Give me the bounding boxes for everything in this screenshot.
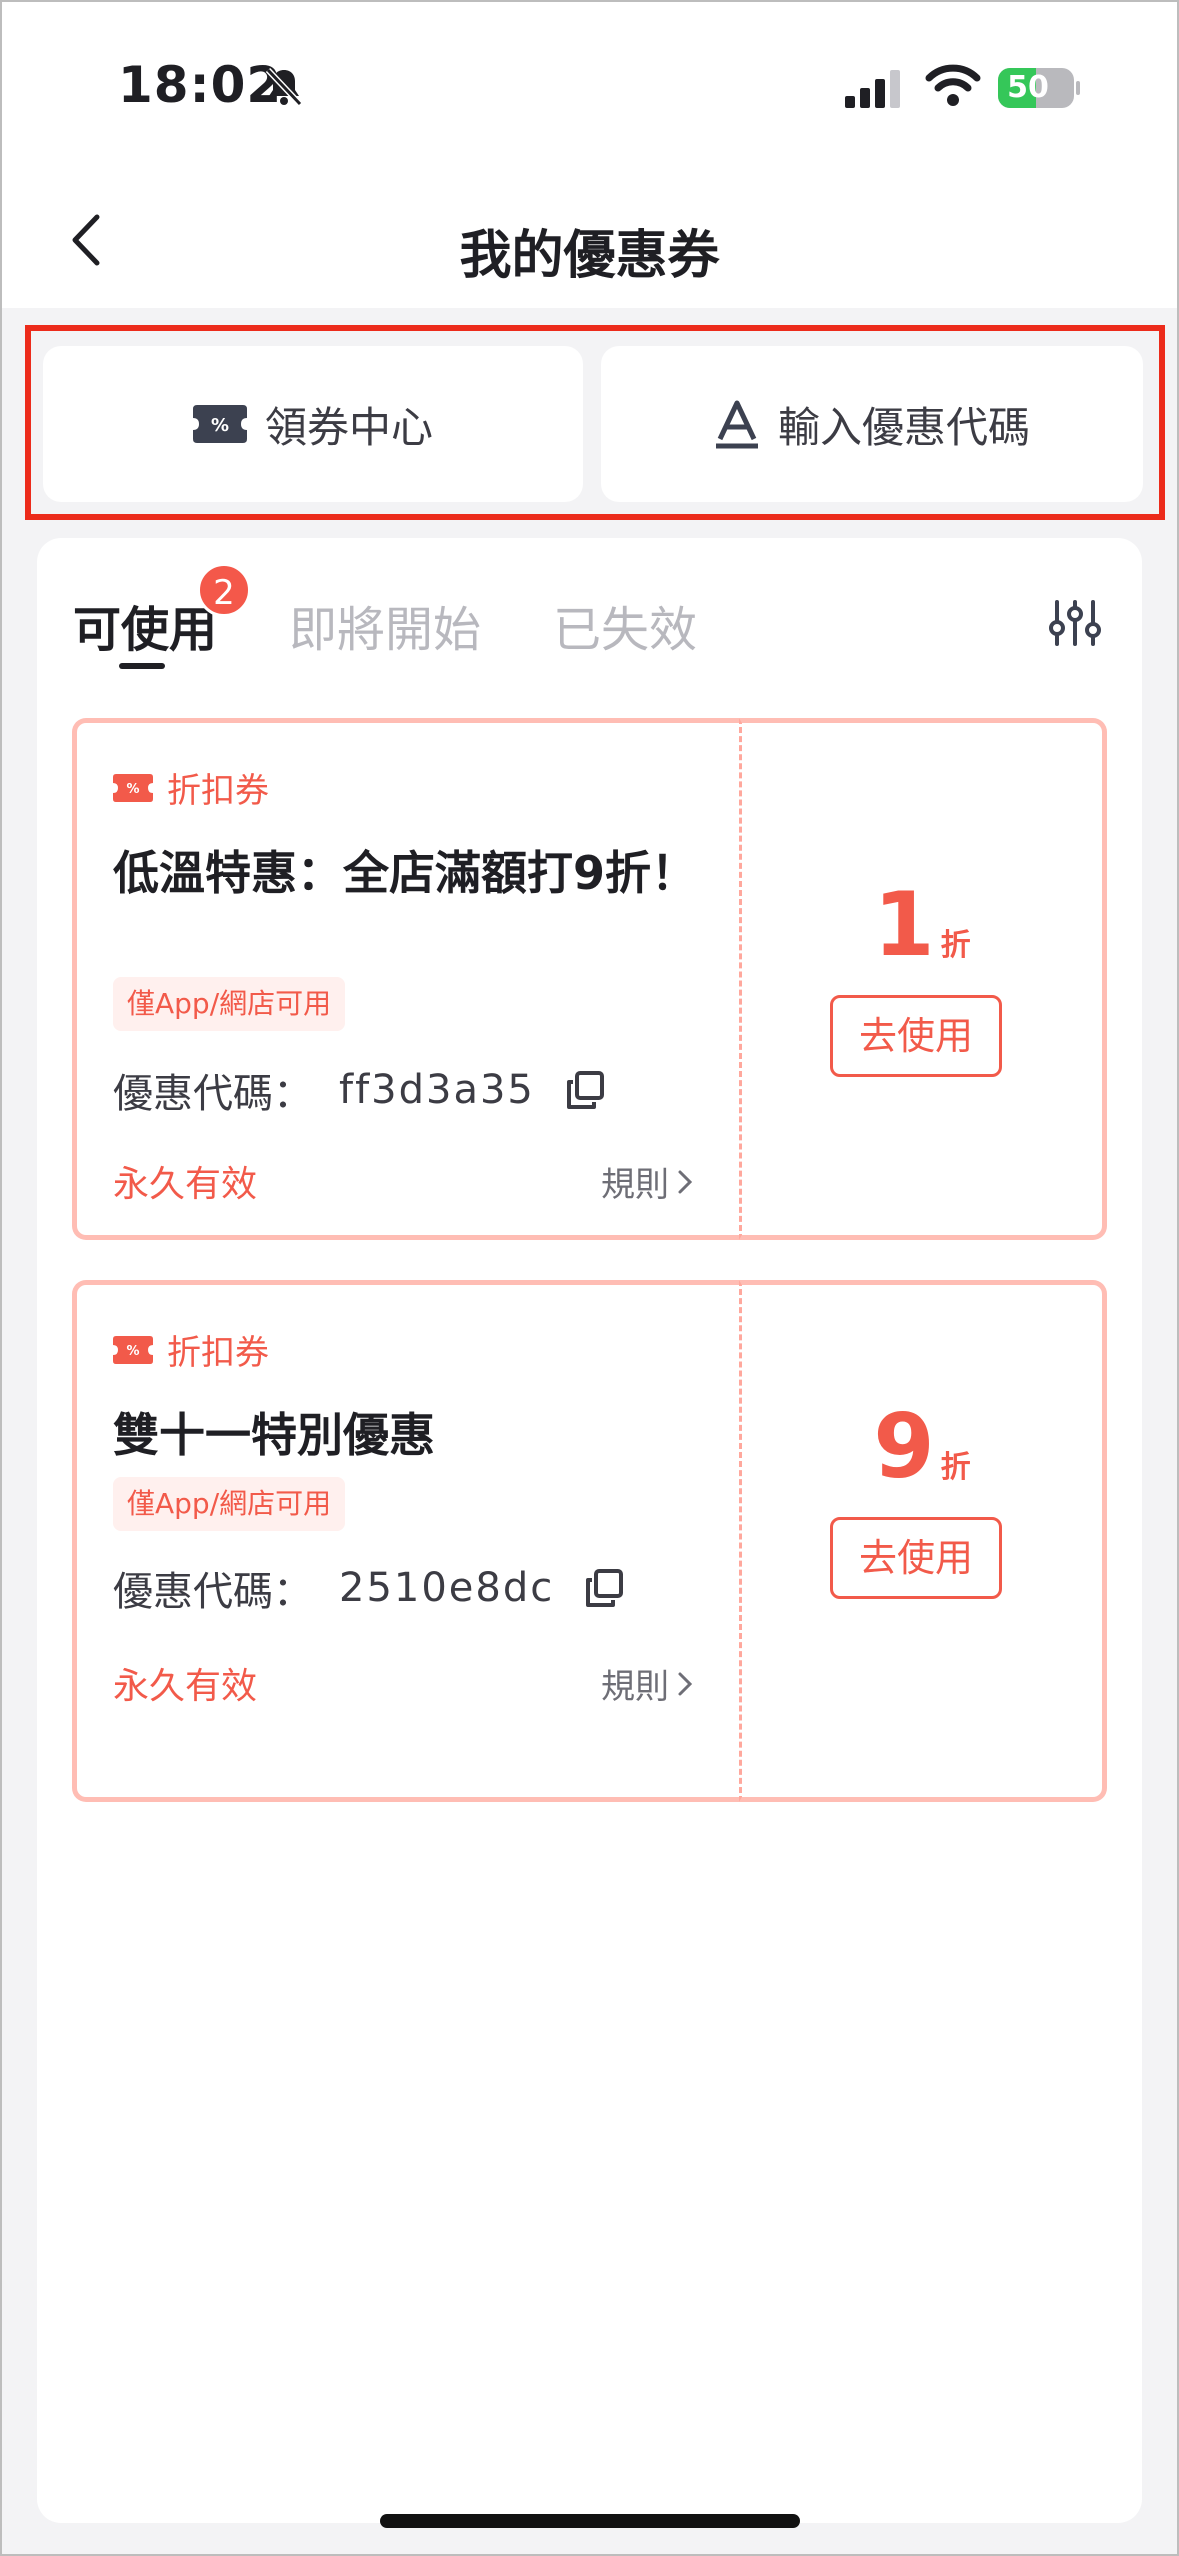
coupon-value-section: 1折 去使用 xyxy=(739,718,1107,1240)
coupon-value-section: 9折 去使用 xyxy=(739,1280,1107,1802)
home-indicator[interactable] xyxy=(380,2514,800,2528)
battery-percent: 50 xyxy=(1007,70,1049,105)
svg-text:%: % xyxy=(126,782,139,797)
nav-bar: 我的優惠券 xyxy=(0,175,1179,308)
code-letter-icon xyxy=(715,400,758,449)
rules-label: 規則 xyxy=(601,1165,669,1205)
status-bar: 18:02 50 xyxy=(0,0,1179,175)
discount-unit: 折 xyxy=(940,1450,971,1485)
validity-text: 永久有效 xyxy=(113,1666,258,1707)
bell-muted-icon xyxy=(265,67,303,107)
coupon-card: % 折扣券 雙十一特別優惠 僅App/網店可用 優惠代碼： 2510e8dc 永… xyxy=(72,1280,1107,1802)
usage-tag: 僅App/網店可用 xyxy=(113,977,346,1031)
rules-link[interactable]: 規則 xyxy=(601,1659,693,1708)
coupon-info: % 折扣券 雙十一特別優惠 僅App/網店可用 優惠代碼： 2510e8dc 永… xyxy=(72,1280,739,1802)
coupon-card: % 折扣券 低溫特惠：全店滿額打9折！ 僅App/網店可用 優惠代碼： ff3d… xyxy=(72,718,1107,1240)
battery-icon: 50 xyxy=(998,68,1080,108)
enter-code-button[interactable]: 輸入優惠代碼 xyxy=(601,346,1143,502)
rules-link[interactable]: 規則 xyxy=(601,1157,693,1206)
tab-upcoming[interactable]: 即將開始 xyxy=(289,590,481,660)
rules-label: 規則 xyxy=(601,1667,669,1707)
ticket-icon: % xyxy=(192,405,247,443)
active-tab-indicator xyxy=(119,663,165,669)
coupon-actions: % 領券中心 輸入優惠代碼 xyxy=(25,325,1165,520)
use-coupon-button[interactable]: 去使用 xyxy=(830,1517,1002,1599)
code-label: 優惠代碼： xyxy=(113,1071,313,1117)
coupon-code: 2510e8dc xyxy=(339,1565,555,1611)
coupon-title: 雙十一特別優惠 xyxy=(113,1408,435,1462)
discount-value: 1折 xyxy=(742,873,1102,976)
discount-ticket-icon: % xyxy=(113,1335,153,1364)
discount-value: 9折 xyxy=(742,1395,1102,1498)
tab-available[interactable]: 可使用 xyxy=(73,590,217,660)
filter-settings-icon[interactable] xyxy=(1047,598,1103,648)
claim-center-button[interactable]: % 領券中心 xyxy=(43,346,583,502)
coupon-type: 折扣券 xyxy=(167,771,269,811)
discount-number: 1 xyxy=(873,873,935,976)
enter-code-label: 輸入優惠代碼 xyxy=(777,402,1030,452)
discount-ticket-icon: % xyxy=(113,773,153,802)
available-count-badge: 2 xyxy=(197,563,251,617)
coupon-type: 折扣券 xyxy=(167,1333,269,1373)
page-title: 我的優惠券 xyxy=(459,226,720,286)
svg-text:%: % xyxy=(126,1344,139,1359)
coupon-code: ff3d3a35 xyxy=(339,1067,535,1113)
coupon-info: % 折扣券 低溫特惠：全店滿額打9折！ 僅App/網店可用 優惠代碼： ff3d… xyxy=(72,718,739,1240)
copy-icon[interactable] xyxy=(584,1568,624,1608)
cellular-signal-icon xyxy=(845,70,900,108)
chevron-right-icon xyxy=(678,1672,693,1695)
coupon-panel: 可使用 2 即將開始 已失效 % 折扣券 低溫特惠：全店滿額打9折！ 僅App/… xyxy=(37,538,1142,2523)
discount-number: 9 xyxy=(873,1395,935,1498)
copy-icon[interactable] xyxy=(565,1070,605,1110)
code-label: 優惠代碼： xyxy=(113,1569,313,1615)
status-time: 18:02 xyxy=(118,56,283,114)
tab-expired[interactable]: 已失效 xyxy=(553,590,697,660)
svg-text:%: % xyxy=(211,415,229,436)
validity-text: 永久有效 xyxy=(113,1164,258,1205)
use-coupon-button[interactable]: 去使用 xyxy=(830,995,1002,1077)
chevron-right-icon xyxy=(678,1170,693,1193)
claim-center-label: 領券中心 xyxy=(264,402,433,452)
discount-unit: 折 xyxy=(940,928,971,963)
usage-tag: 僅App/網店可用 xyxy=(113,1477,346,1531)
coupon-title: 低溫特惠：全店滿額打9折！ xyxy=(113,846,698,900)
wifi-icon xyxy=(925,64,981,106)
